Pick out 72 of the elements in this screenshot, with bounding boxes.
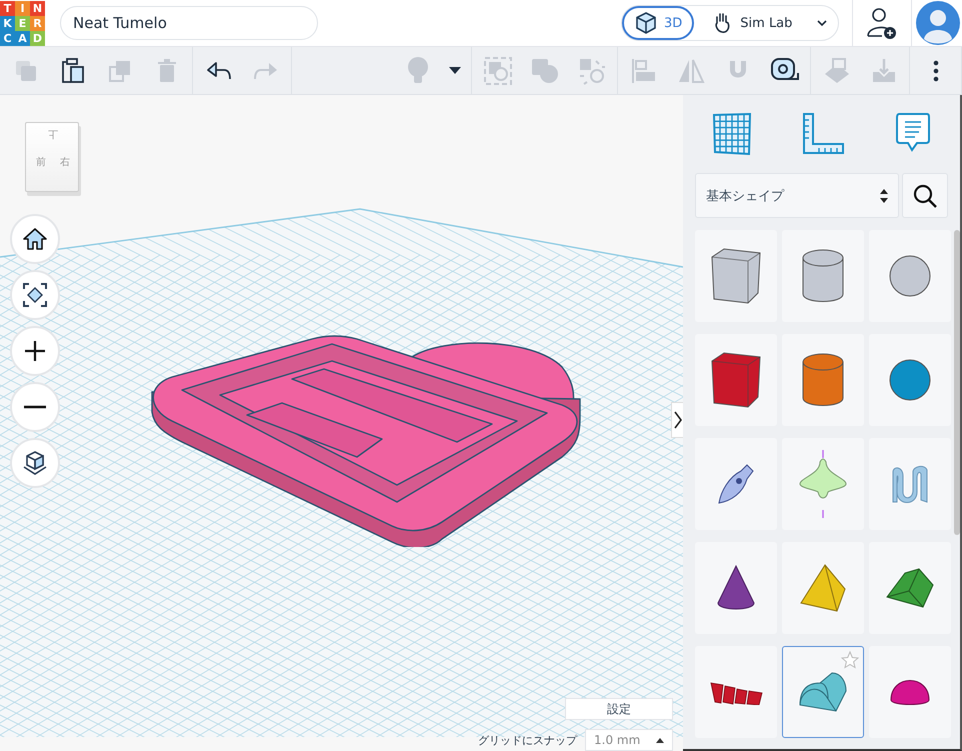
logo-letter: A bbox=[15, 30, 30, 46]
cube-icon bbox=[634, 11, 658, 35]
logo-letter: N bbox=[30, 0, 45, 16]
star-icon[interactable] bbox=[841, 651, 859, 669]
cube-top-label: 上 bbox=[48, 127, 58, 141]
more-icon bbox=[932, 60, 938, 82]
box-hole-shape-card[interactable] bbox=[695, 230, 777, 322]
cylinder-shape-card[interactable] bbox=[782, 334, 864, 426]
duplicate-icon bbox=[108, 58, 132, 82]
align-icon bbox=[630, 58, 656, 84]
sim-lab-button[interactable]: Sim Lab bbox=[700, 6, 804, 40]
half-sphere-shape-card[interactable] bbox=[869, 646, 951, 738]
pyramid-shape-card[interactable] bbox=[782, 542, 864, 634]
shape-category-select[interactable]: 基本シェイプ bbox=[695, 173, 899, 218]
import-icon bbox=[870, 58, 896, 84]
scatter-icon bbox=[578, 56, 606, 84]
lightbulb-icon bbox=[406, 56, 428, 84]
ruler-icon bbox=[801, 112, 846, 156]
sphere-hole-shape-card[interactable] bbox=[869, 230, 951, 322]
ruler-tab[interactable] bbox=[801, 112, 846, 156]
redo-icon bbox=[252, 60, 278, 80]
wave-shape-card[interactable] bbox=[869, 438, 951, 530]
settings-button[interactable]: 設定 bbox=[565, 698, 673, 720]
scrollbar[interactable] bbox=[954, 230, 960, 535]
home-button[interactable] bbox=[10, 214, 60, 264]
cone-shape-card[interactable] bbox=[695, 542, 777, 634]
tinkercad-logo[interactable]: T I N K E R C A D bbox=[0, 0, 45, 46]
fit-view-icon bbox=[22, 282, 48, 308]
snap-grid-label: グリッドにスナップ bbox=[478, 732, 577, 748]
search-button[interactable] bbox=[902, 173, 948, 218]
logo-letter: T bbox=[0, 0, 15, 16]
clipboard-icon bbox=[60, 58, 84, 84]
grid-icon bbox=[712, 113, 752, 155]
scribble-shape-card[interactable] bbox=[695, 438, 777, 530]
logo-letter: C bbox=[0, 30, 15, 46]
mirror-icon bbox=[676, 58, 704, 84]
logo-letter: E bbox=[15, 16, 30, 30]
plus-icon bbox=[24, 340, 46, 362]
perspective-cube-icon bbox=[22, 450, 48, 476]
logo-letter: I bbox=[15, 0, 30, 16]
collapse-panel-button[interactable] bbox=[671, 402, 683, 438]
caret-icon bbox=[449, 66, 461, 74]
cube-right-label: 右 bbox=[60, 156, 70, 169]
caret-up-icon bbox=[656, 738, 664, 742]
sort-arrows-icon bbox=[880, 188, 888, 202]
half-cylinder-shape-card[interactable] bbox=[782, 646, 864, 738]
3d-mode-button[interactable]: 3D bbox=[622, 6, 694, 40]
text-shape-card[interactable] bbox=[695, 646, 777, 738]
project-title-field[interactable]: Neat Tumelo bbox=[60, 6, 318, 40]
logo-letter: R bbox=[30, 16, 45, 30]
box-shape-card[interactable] bbox=[695, 334, 777, 426]
avatar-icon[interactable] bbox=[916, 1, 960, 45]
group-icon bbox=[484, 56, 512, 84]
minus-icon bbox=[24, 405, 46, 409]
cylinder-hole-shape-card[interactable] bbox=[782, 230, 864, 322]
home-icon bbox=[22, 227, 48, 251]
chevron-down-icon[interactable] bbox=[816, 19, 828, 27]
chevron-right-icon bbox=[674, 411, 682, 429]
undo-icon bbox=[206, 60, 232, 80]
square-circle-icon bbox=[530, 58, 558, 84]
stacked-squares-icon bbox=[14, 58, 38, 82]
add-user-icon[interactable] bbox=[866, 6, 898, 40]
logo-letter: K bbox=[0, 16, 15, 30]
export-icon bbox=[822, 58, 850, 84]
sphere-shape-card[interactable] bbox=[869, 334, 951, 426]
roof-shape-card[interactable] bbox=[869, 542, 951, 634]
search-icon bbox=[913, 184, 937, 208]
trash-icon bbox=[156, 58, 176, 82]
logo-letter: D bbox=[30, 30, 45, 46]
grid-tab[interactable] bbox=[712, 113, 752, 155]
cube-front-label: 前 bbox=[36, 156, 46, 169]
snap-grid-dropdown[interactable]: 1.0 mm bbox=[585, 729, 673, 751]
